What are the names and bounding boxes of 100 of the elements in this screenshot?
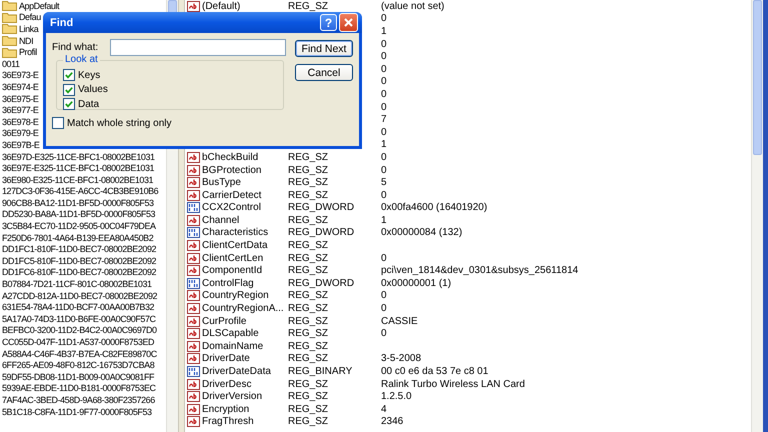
value-type: REG_DWORD bbox=[288, 278, 354, 289]
tree-item[interactable]: 5A17A0-74D3-11D0-B6FE-00A0C90F57C bbox=[2, 314, 156, 324]
value-name[interactable]: Channel bbox=[202, 214, 240, 226]
checkbox[interactable] bbox=[63, 98, 75, 110]
tree-item[interactable]: Linka bbox=[19, 24, 38, 34]
value-name[interactable]: BGProtection bbox=[202, 164, 262, 176]
tree-item[interactable]: 631E54-78A4-11D0-BCF7-00AA00B7B32 bbox=[2, 302, 154, 312]
tree-item[interactable]: NDI bbox=[19, 36, 34, 46]
value-type: REG_SZ bbox=[288, 378, 328, 390]
value-data: 0x00000001 (1) bbox=[381, 278, 452, 289]
binary-value-icon bbox=[187, 278, 200, 289]
tree-item[interactable]: 7AF4AC-3BED-458D-9A68-380F2357266 bbox=[2, 394, 155, 405]
tree-item[interactable]: 36E973-E bbox=[2, 70, 38, 80]
tree-item[interactable]: F250D6-7801-4A64-B139-EEA80A450B2 bbox=[2, 232, 154, 243]
string-value-icon bbox=[187, 353, 200, 364]
tree-item[interactable]: DD1FC1-810F-11D0-BEC7-08002BE2092 bbox=[2, 244, 156, 254]
tree-item[interactable]: BEFBC0-3200-11D2-B4C2-00A0C9697D0 bbox=[2, 325, 157, 336]
checkbox[interactable] bbox=[52, 117, 64, 129]
value-name[interactable]: CountryRegionA... bbox=[202, 303, 284, 314]
tree-item[interactable]: DD1FC6-810F-11D0-BEC7-08002BE2092 bbox=[2, 267, 156, 278]
value-name[interactable]: ClientCertLen bbox=[202, 252, 264, 264]
tree-item[interactable]: 36E975-E bbox=[2, 94, 38, 104]
tree-item[interactable]: 906CB8-BA12-11D1-BF5D-0000F805F53 bbox=[2, 198, 154, 208]
tree-item[interactable]: 0011 bbox=[2, 58, 20, 69]
checkbox[interactable] bbox=[63, 69, 75, 82]
value-data: 0 bbox=[381, 51, 387, 62]
value-data: 00 c0 e6 da 53 7e c8 01 bbox=[381, 366, 488, 378]
string-value-icon bbox=[187, 190, 200, 201]
tree-item[interactable]: 36E978-E bbox=[2, 116, 38, 127]
tree-item[interactable]: B07884-7D21-11CF-801C-08002BE1031 bbox=[2, 279, 152, 290]
tree-item[interactable]: 36E97B-E bbox=[2, 140, 40, 150]
value-name[interactable]: CurProfile bbox=[202, 316, 246, 327]
value-type: REG_SZ bbox=[288, 303, 328, 314]
value-name[interactable]: DriverVersion bbox=[202, 391, 262, 402]
string-value-icon bbox=[187, 290, 200, 302]
tree-item[interactable]: 5939AE-EBDE-11D0-B181-0000F8753EC bbox=[2, 383, 156, 394]
tree-item[interactable]: 36E979-E bbox=[2, 128, 38, 138]
scrollbar-thumb[interactable] bbox=[753, 0, 762, 155]
value-name[interactable]: DomainName bbox=[202, 340, 264, 352]
value-name[interactable]: (Default) bbox=[202, 0, 240, 12]
value-name[interactable]: CCX2Control bbox=[202, 202, 261, 214]
checkbox-label[interactable]: Data bbox=[78, 98, 100, 110]
tree-item[interactable]: AppDefault bbox=[19, 0, 60, 11]
value-name[interactable]: Characteristics bbox=[202, 227, 268, 238]
folder-icon bbox=[2, 46, 17, 58]
tree-item[interactable]: 36E97D-E325-11CE-BFC1-08002BE1031 bbox=[2, 152, 155, 162]
value-name[interactable]: ControlFlag bbox=[202, 278, 254, 289]
tree-item[interactable]: Profil bbox=[19, 47, 37, 58]
value-type: REG_SZ bbox=[288, 265, 328, 276]
value-name[interactable]: ComponentId bbox=[202, 265, 262, 276]
value-data: 1 bbox=[381, 139, 387, 150]
tree-item[interactable]: 5B1C18-C8FA-11D1-9F77-0000F805F53 bbox=[2, 406, 152, 417]
scrollbar[interactable] bbox=[751, 0, 763, 432]
tree-item[interactable]: DD1FC5-810F-11D0-BEC7-08002BE2092 bbox=[2, 256, 156, 266]
value-name[interactable]: FragThresh bbox=[202, 416, 254, 428]
tree-item[interactable]: CC055D-047F-11D1-A537-0000F8753ED bbox=[2, 337, 154, 348]
find-next-button[interactable]: Find Next bbox=[295, 40, 353, 57]
tree-item[interactable]: DD5230-BA8A-11D1-BF5D-0000F805F53 bbox=[2, 209, 156, 220]
value-name[interactable]: BusType bbox=[202, 177, 241, 188]
value-data: pci\ven_1814&dev_0301&subsys_25611814 bbox=[381, 265, 578, 276]
value-name[interactable]: DriverDateData bbox=[202, 366, 271, 378]
tree-item[interactable]: A27CDD-812A-11D0-BEC7-08002BE2092 bbox=[2, 290, 158, 301]
checkbox-label[interactable]: Values bbox=[78, 84, 108, 96]
string-value-icon bbox=[187, 378, 200, 390]
value-name[interactable]: DriverDesc bbox=[202, 378, 252, 390]
tree-item[interactable]: 36E974-E bbox=[2, 82, 38, 92]
help-button[interactable]: ? bbox=[320, 14, 337, 31]
value-name[interactable]: DriverDate bbox=[202, 353, 250, 364]
find-what-field[interactable] bbox=[110, 39, 286, 56]
value-data: Ralink Turbo Wireless LAN Card bbox=[381, 378, 525, 390]
tree-item[interactable]: 6FF265-AE09-48F0-812C-16753D7CBA8 bbox=[2, 360, 154, 370]
tree-item[interactable]: 59DF55-DB08-11D1-B009-00A0C9081FF bbox=[2, 372, 154, 382]
value-type: REG_SZ bbox=[288, 290, 328, 302]
close-button[interactable] bbox=[339, 13, 358, 32]
value-data: 2346 bbox=[381, 416, 404, 428]
tree-item[interactable]: A588A4-C46F-4B37-B7EA-C82FE89870C bbox=[2, 348, 157, 359]
value-name[interactable]: DLSCapable bbox=[202, 328, 259, 340]
value-data: 1.2.5.0 bbox=[381, 391, 412, 402]
string-value-icon bbox=[187, 316, 200, 327]
tree-item[interactable]: 36E980-E325-11CE-BFC1-08002BE1031 bbox=[2, 174, 154, 185]
tree-item[interactable]: 36E97E-E325-11CE-BFC1-08002BE1031 bbox=[2, 163, 154, 174]
value-name[interactable]: ClientCertData bbox=[202, 240, 268, 252]
value-name[interactable]: CountryRegion bbox=[202, 290, 269, 302]
checkbox[interactable] bbox=[63, 84, 75, 96]
value-name[interactable]: Encryption bbox=[202, 404, 250, 415]
string-value-icon bbox=[187, 416, 200, 428]
value-data: 0 bbox=[381, 303, 387, 314]
value-data: 0 bbox=[381, 64, 387, 75]
tree-item[interactable]: 36E977-E bbox=[2, 105, 38, 116]
checkbox-label[interactable]: Match whole string only bbox=[67, 118, 172, 128]
tree-item[interactable]: Defau bbox=[19, 12, 41, 22]
value-data: (value not set) bbox=[381, 0, 444, 12]
tree-item[interactable]: 3C5B84-EC70-11D2-9505-00C04F79DEA bbox=[2, 221, 156, 232]
cancel-button[interactable]: Cancel bbox=[295, 64, 353, 81]
value-type: REG_BINARY bbox=[288, 366, 352, 378]
value-name[interactable]: bCheckBuild bbox=[202, 152, 258, 163]
value-data: 0 bbox=[381, 290, 387, 302]
value-name[interactable]: CarrierDetect bbox=[202, 190, 262, 201]
tree-item[interactable]: 127DC3-0F36-415E-A6CC-4CB3BE910B6 bbox=[2, 186, 158, 196]
checkbox-label[interactable]: Keys bbox=[78, 70, 100, 81]
